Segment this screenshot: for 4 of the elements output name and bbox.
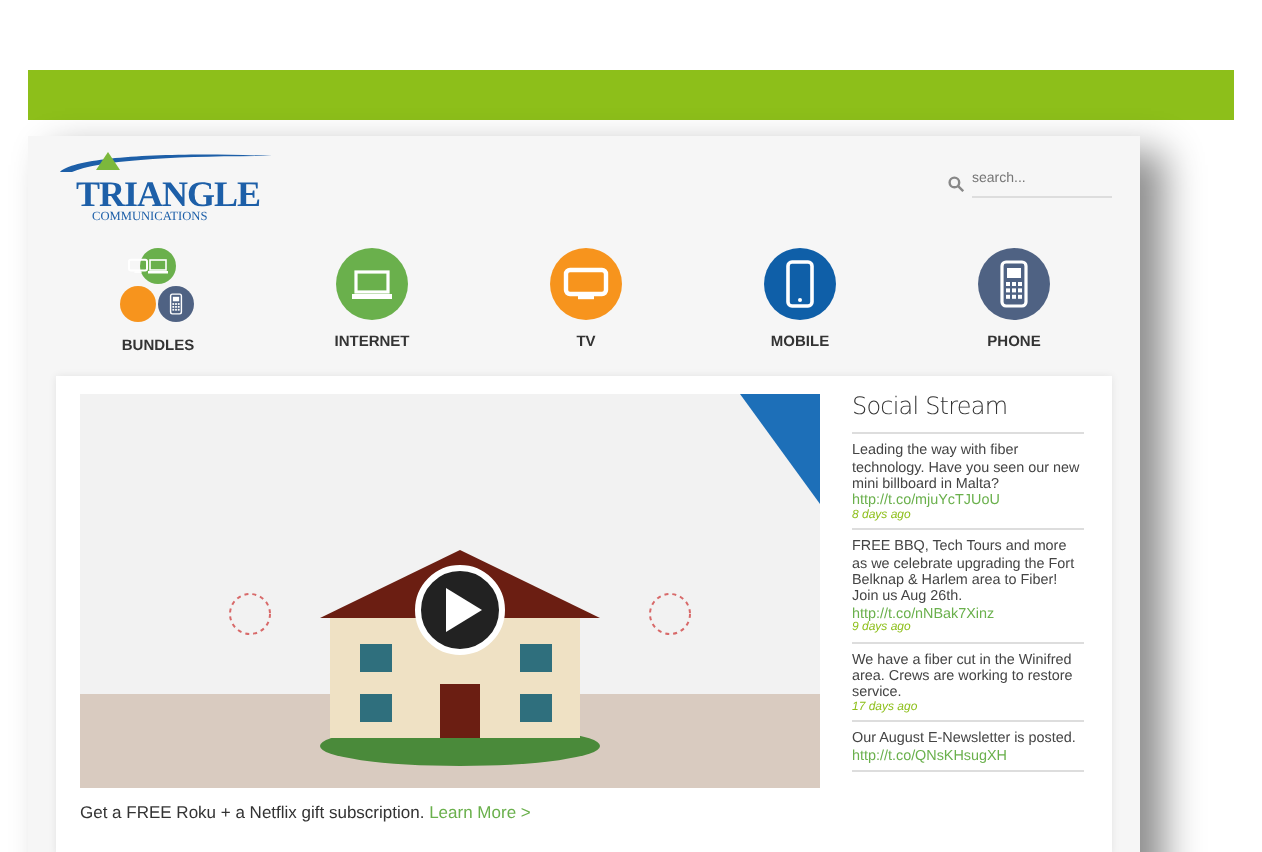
promo-text: Get a FREE Roku + a Netflix gift subscription. Learn More > bbox=[80, 800, 533, 826]
sidebar-title: Social Stream bbox=[852, 394, 1084, 435]
logo-name: TRIANGLE bbox=[76, 175, 261, 212]
search-icon bbox=[948, 176, 964, 192]
